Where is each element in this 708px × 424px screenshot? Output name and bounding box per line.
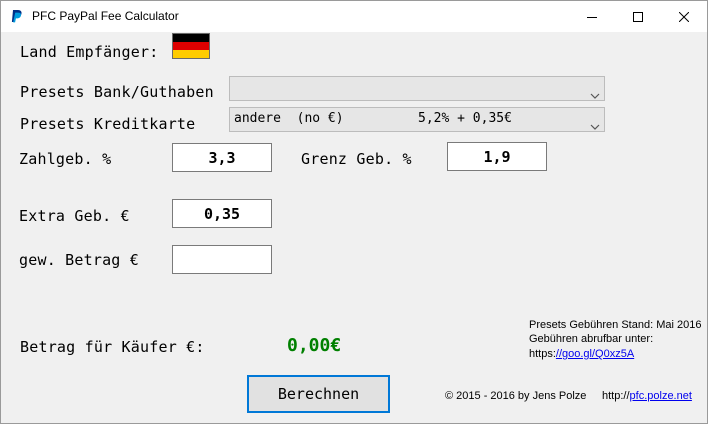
betrag-label: gew. Betrag €: [19, 251, 139, 269]
minimize-icon: [587, 7, 597, 26]
result-label: Betrag für Käufer €:: [20, 338, 205, 356]
fees-available-text: Gebühren abrufbar unter:: [529, 333, 654, 345]
grenz-input[interactable]: [447, 142, 547, 171]
preset-card-dropdown[interactable]: andere (no €) 5,2% + 0,35€: [229, 107, 605, 132]
chevron-down-icon: [590, 116, 600, 130]
copyright-text: © 2015 - 2016 by Jens Polze: [445, 390, 587, 402]
zahlgeb-input[interactable]: [172, 143, 272, 172]
paypal-icon: [9, 8, 25, 24]
fees-url-prefix: https:: [529, 348, 556, 360]
country-label: Land Empfänger:: [20, 43, 159, 61]
website-url-link[interactable]: pfc.polze.net: [630, 390, 692, 402]
presets-stand-text: Presets Gebühren Stand: Mai 2016: [529, 319, 702, 331]
maximize-icon: [633, 7, 643, 26]
preset-card-label: Presets Kreditkarte: [20, 115, 196, 133]
preset-bank-dropdown[interactable]: [229, 76, 605, 101]
germany-flag-icon[interactable]: [172, 33, 210, 59]
betrag-input[interactable]: [172, 245, 272, 274]
title-bar[interactable]: PFC PayPal Fee Calculator: [1, 1, 707, 32]
close-button[interactable]: [661, 1, 707, 32]
extra-label: Extra Geb. €: [19, 207, 130, 225]
zahlgeb-label: Zahlgeb. %: [19, 150, 112, 168]
window-title: PFC PayPal Fee Calculator: [32, 9, 179, 23]
website-url: http://pfc.polze.net: [602, 390, 692, 402]
preset-card-value: andere (no €): [234, 111, 344, 126]
app-window: PFC PayPal Fee Calculator Land Empfänger…: [0, 0, 708, 424]
preset-bank-label: Presets Bank/Guthaben: [20, 83, 214, 101]
calculate-button[interactable]: Berechnen: [247, 375, 390, 413]
result-value: 0,00€: [287, 335, 342, 356]
fees-url: https://goo.gl/Q0xz5A: [529, 348, 634, 360]
close-icon: [678, 7, 690, 26]
website-url-prefix: http://: [602, 390, 630, 402]
extra-input[interactable]: [172, 199, 272, 228]
minimize-button[interactable]: [569, 1, 615, 32]
grenz-label: Grenz Geb. %: [301, 150, 412, 168]
chevron-down-icon: [590, 85, 600, 99]
maximize-button[interactable]: [615, 1, 661, 32]
preset-card-rate: 5,2% + 0,35€: [418, 111, 512, 126]
fees-url-link[interactable]: //goo.gl/Q0xz5A: [556, 348, 634, 360]
